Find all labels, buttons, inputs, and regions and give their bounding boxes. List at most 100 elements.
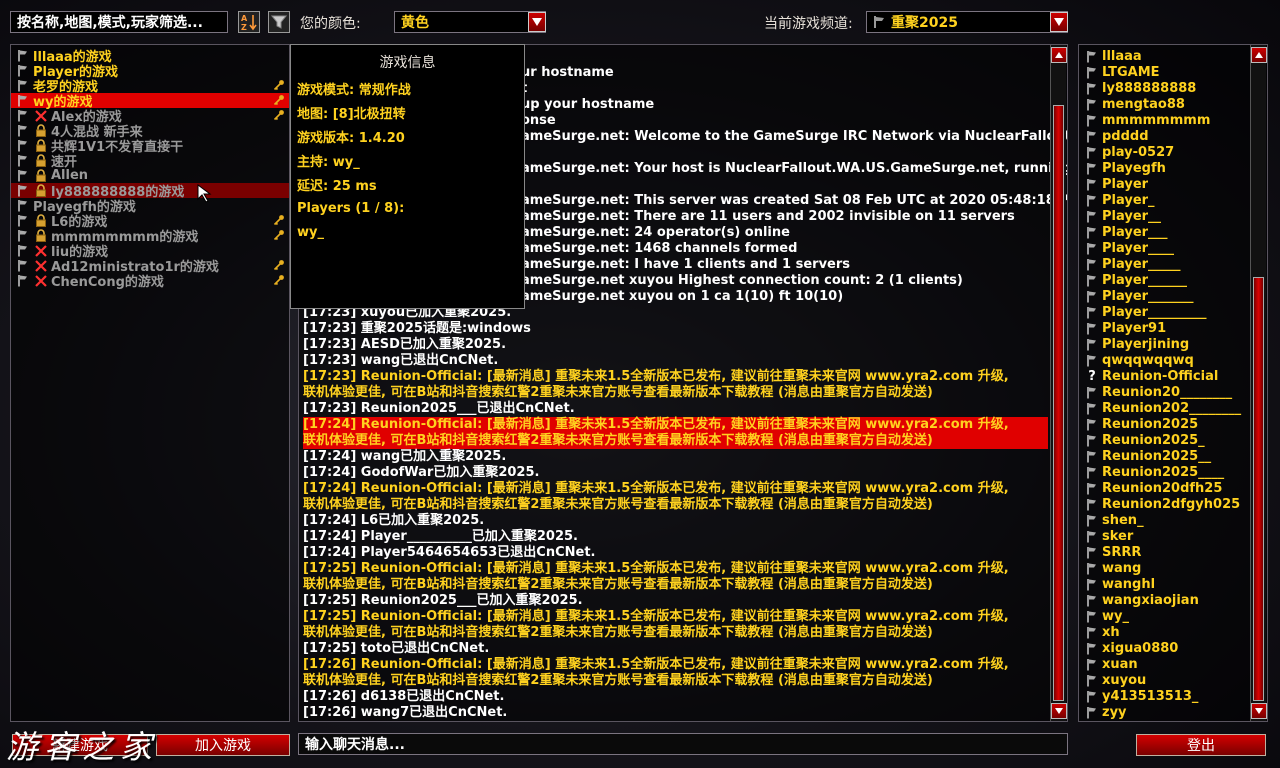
user-list-item[interactable]: LTGAME (1081, 64, 1249, 80)
flag-icon (1087, 66, 1096, 78)
user-list-item[interactable]: ? Reunion-Official (1081, 368, 1249, 384)
lock-icon (36, 229, 46, 242)
user-list-item[interactable]: wang (1081, 560, 1249, 576)
channel-select[interactable]: 重聚2025 (866, 11, 1068, 33)
user-name: LTGAME (1102, 64, 1160, 80)
user-scrollbar[interactable] (1250, 45, 1267, 721)
locked-x-icon (35, 110, 47, 122)
key-icon (273, 215, 284, 226)
user-list-item[interactable]: Playegfh (1081, 160, 1249, 176)
tooltip-player-item: wy_ (297, 224, 324, 240)
user-list-item[interactable]: Player_________ (1081, 304, 1249, 320)
user-list-item[interactable]: y413513513_ (1081, 688, 1249, 704)
logout-button[interactable]: 登出 (1136, 734, 1266, 756)
user-list-item[interactable]: Reunion20________ (1081, 384, 1249, 400)
flag-icon (18, 80, 27, 92)
join-game-button[interactable]: 加入游戏 (156, 734, 290, 756)
user-list-item[interactable]: Player (1081, 176, 1249, 192)
user-list-item[interactable]: Reunion2025__ (1081, 448, 1249, 464)
channel-dropdown-button[interactable] (1050, 12, 1068, 32)
user-list-item[interactable]: xigua0880 (1081, 640, 1249, 656)
user-list-item[interactable]: Player__ (1081, 208, 1249, 224)
user-list-item[interactable]: Player___ (1081, 224, 1249, 240)
user-list-item[interactable]: SRRR (1081, 544, 1249, 560)
user-list-item[interactable]: xuan (1081, 656, 1249, 672)
user-list-item[interactable]: wanghl (1081, 576, 1249, 592)
game-info-tooltip: 游戏信息 游戏模式: 常规作战 地图: [8]北极扭转 游戏版本: 1.4.20… (290, 44, 525, 309)
color-dropdown-button[interactable] (528, 12, 546, 32)
user-list-item[interactable]: wy_ (1081, 608, 1249, 624)
flag-icon (1087, 578, 1096, 590)
user-list-item[interactable]: Reunion202________ (1081, 400, 1249, 416)
flag-icon (1087, 162, 1096, 174)
user-list-item[interactable]: mmmmmmmm (1081, 112, 1249, 128)
chat-scroll-down-button[interactable] (1051, 703, 1067, 719)
chat-scrollbar[interactable] (1050, 45, 1067, 721)
user-list-item[interactable]: Player_ (1081, 192, 1249, 208)
chat-message: [17:25] toto已退出CnCNet. (303, 641, 490, 656)
user-scroll-down-button[interactable] (1251, 703, 1267, 719)
user-list-item[interactable]: sker (1081, 528, 1249, 544)
game-list-item[interactable]: ChenCong的游戏 (11, 273, 289, 290)
flag-icon (1087, 194, 1096, 206)
game-filter-input[interactable]: 按名称,地图,模式,玩家筛选... (10, 11, 228, 33)
user-list-item[interactable]: pdddd (1081, 128, 1249, 144)
user-scroll-thumb[interactable] (1253, 277, 1264, 701)
chat-message: [17:25] Reunion-Official: [最新消息] 重聚未来1.5… (303, 561, 1009, 576)
chat-input[interactable]: 输入聊天消息... (298, 733, 1068, 755)
user-list-item[interactable]: zyy (1081, 704, 1249, 720)
flag-icon (1087, 178, 1096, 190)
game-list-item[interactable]: 速开 (11, 153, 289, 170)
user-list-item[interactable]: xh (1081, 624, 1249, 640)
user-list-item[interactable]: Player91 (1081, 320, 1249, 336)
flag-icon (18, 125, 27, 137)
user-list-item[interactable]: qwqqwqqwq (1081, 352, 1249, 368)
chat-message: 联机体验更佳, 可在B站和抖音搜索红警2重聚未来官方账号查看最新版本下载教程 (… (303, 433, 1048, 449)
user-name: Reunion-Official (1102, 368, 1219, 384)
user-scroll-up-button[interactable] (1251, 47, 1267, 63)
game-list[interactable]: lllaaa的游戏 Player的游戏 老罗的游戏 wy的游戏 Alex的游戏 4人混战 … (10, 44, 290, 722)
user-list-item[interactable]: lllaaa (1081, 48, 1249, 64)
chat-message: [17:24] Reunion-Official: [最新消息] 重聚未来1.5… (303, 417, 1048, 433)
user-list-item[interactable]: shen_ (1081, 512, 1249, 528)
flag-icon (1087, 354, 1096, 366)
user-list-item[interactable]: ly888888888 (1081, 80, 1249, 96)
user-name: wang (1102, 560, 1142, 576)
user-name: xigua0880 (1102, 640, 1179, 656)
user-list-item[interactable]: Player______ (1081, 272, 1249, 288)
locked-x-icon (35, 245, 47, 257)
locked-x-icon (35, 275, 47, 287)
user-name: Player__ (1102, 208, 1162, 224)
color-select[interactable]: 黄色 (394, 11, 546, 33)
key-icon (273, 275, 284, 286)
user-list-item[interactable]: Reunion2025____ (1081, 464, 1249, 480)
user-list-item[interactable]: Playerjining (1081, 336, 1249, 352)
user-list-item[interactable]: wangxiaojian (1081, 592, 1249, 608)
svg-text:Z: Z (241, 23, 247, 31)
user-list-item[interactable]: Reunion20dfh25 (1081, 480, 1249, 496)
chat-scroll-up-button[interactable] (1051, 47, 1067, 63)
user-list-item[interactable]: Player____ (1081, 240, 1249, 256)
user-name: wy_ (1102, 608, 1129, 624)
flag-icon (1087, 594, 1096, 606)
user-list-item[interactable]: play-0527 (1081, 144, 1249, 160)
user-name: shen_ (1102, 512, 1144, 528)
user-list-item[interactable]: mengtao88 (1081, 96, 1249, 112)
key-icon-wrap (273, 274, 285, 290)
sort-button[interactable]: AZ (238, 11, 260, 33)
user-list-item[interactable]: Reunion2025 (1081, 416, 1249, 432)
user-list-item[interactable]: Reunion2dfgyh025 (1081, 496, 1249, 512)
chat-scroll-thumb[interactable] (1053, 105, 1064, 701)
user-list-item[interactable]: Reunion2025_ (1081, 432, 1249, 448)
chat-message: [17:25] Reunion2025___已加入重聚2025. (303, 593, 583, 608)
user-list-item[interactable]: Player_____ (1081, 256, 1249, 272)
flag-icon (1087, 626, 1096, 638)
filter-button[interactable] (268, 11, 290, 33)
flag-icon (1087, 498, 1096, 510)
channel-value: 重聚2025 (891, 15, 958, 31)
user-list-item[interactable]: xuyou (1081, 672, 1249, 688)
flag-icon (18, 50, 27, 62)
user-list[interactable]: lllaaa LTGAME ly888888888 mengtao88 mmmmmmmm… (1081, 48, 1249, 720)
flag-icon (1087, 514, 1096, 526)
user-list-item[interactable]: Player_______ (1081, 288, 1249, 304)
